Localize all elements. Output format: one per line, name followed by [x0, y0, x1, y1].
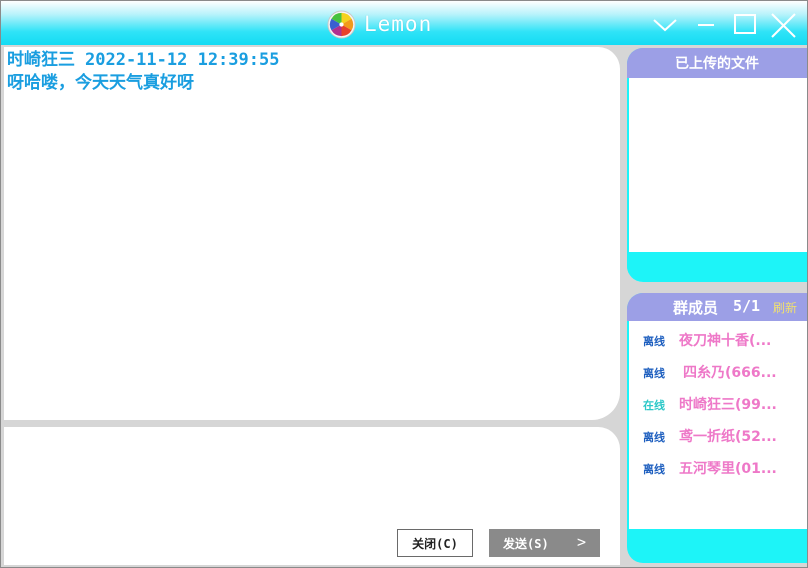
title-bar[interactable]: Lemon	[1, 1, 807, 45]
members-count: 5/1	[733, 297, 761, 315]
member-name: 鸢一折纸(52...	[679, 429, 777, 445]
chat-log[interactable]: 时崎狂三 2022-11-12 12:39:55 呀哈喽，今天天气真好呀	[4, 47, 620, 420]
message-text: 呀哈喽，今天天气真好呀	[7, 73, 194, 93]
message-header: 时崎狂三 2022-11-12 12:39:55	[7, 49, 279, 72]
minimize-icon	[698, 24, 714, 26]
dropdown-button[interactable]	[651, 11, 679, 39]
minimize-button[interactable]	[692, 11, 720, 39]
lemon-logo-icon	[327, 9, 356, 39]
refresh-button[interactable]: 刷新	[773, 299, 797, 316]
chevron-down-icon	[653, 19, 677, 32]
message-item: 时崎狂三 2022-11-12 12:39:55 呀哈喽，今天天气真好呀	[7, 49, 279, 95]
send-button-label: 发送(S)	[503, 536, 549, 551]
title-group: Lemon	[327, 9, 432, 39]
members-list[interactable]: 离线 夜刀神十香(... 离线 四糸乃(666... 在线 时崎狂三(99...…	[629, 321, 807, 529]
members-title: 群成员	[673, 299, 719, 317]
close-window-button[interactable]	[769, 11, 797, 39]
member-status: 离线	[643, 463, 665, 476]
member-item[interactable]: 离线 五河琴里(01...	[629, 453, 807, 481]
uploaded-files-panel: 已上传的文件	[627, 48, 807, 282]
member-item[interactable]: 离线 四糸乃(666...	[629, 357, 807, 385]
member-item[interactable]: 离线 夜刀神十香(...	[629, 325, 807, 353]
member-status: 在线	[643, 399, 665, 412]
maximize-icon	[734, 14, 756, 34]
member-name: 五河琴里(01...	[679, 461, 777, 477]
files-panel-footer	[627, 252, 807, 282]
member-name: 夜刀神十香(...	[679, 333, 772, 349]
member-status: 离线	[643, 367, 665, 380]
chat-window: Lemon 时崎狂三 2022-11-12 12:39:55 呀哈喽，今天天气真…	[0, 0, 808, 568]
members-panel-header: 群成员 5/1 刷新	[627, 293, 807, 321]
member-name: 时崎狂三(99...	[679, 397, 777, 413]
send-arrow-icon: >	[576, 533, 586, 551]
files-panel-title: 已上传的文件	[627, 48, 807, 78]
close-icon	[771, 13, 796, 38]
send-button[interactable]: 发送(S) >	[489, 529, 600, 557]
member-status: 离线	[643, 335, 665, 348]
member-item[interactable]: 在线 时崎狂三(99...	[629, 389, 807, 417]
member-name: 四糸乃(666...	[683, 365, 777, 381]
close-button[interactable]: 关闭(C)	[397, 529, 473, 557]
group-members-panel: 群成员 5/1 刷新 离线 夜刀神十香(... 离线 四糸乃(666... 在线…	[627, 293, 807, 563]
message-sender: 时崎狂三	[7, 50, 75, 70]
member-status: 离线	[643, 431, 665, 444]
app-title: Lemon	[364, 12, 433, 36]
message-timestamp: 2022-11-12 12:39:55	[85, 50, 280, 70]
member-item[interactable]: 离线 鸢一折纸(52...	[629, 421, 807, 449]
maximize-button[interactable]	[731, 11, 759, 39]
